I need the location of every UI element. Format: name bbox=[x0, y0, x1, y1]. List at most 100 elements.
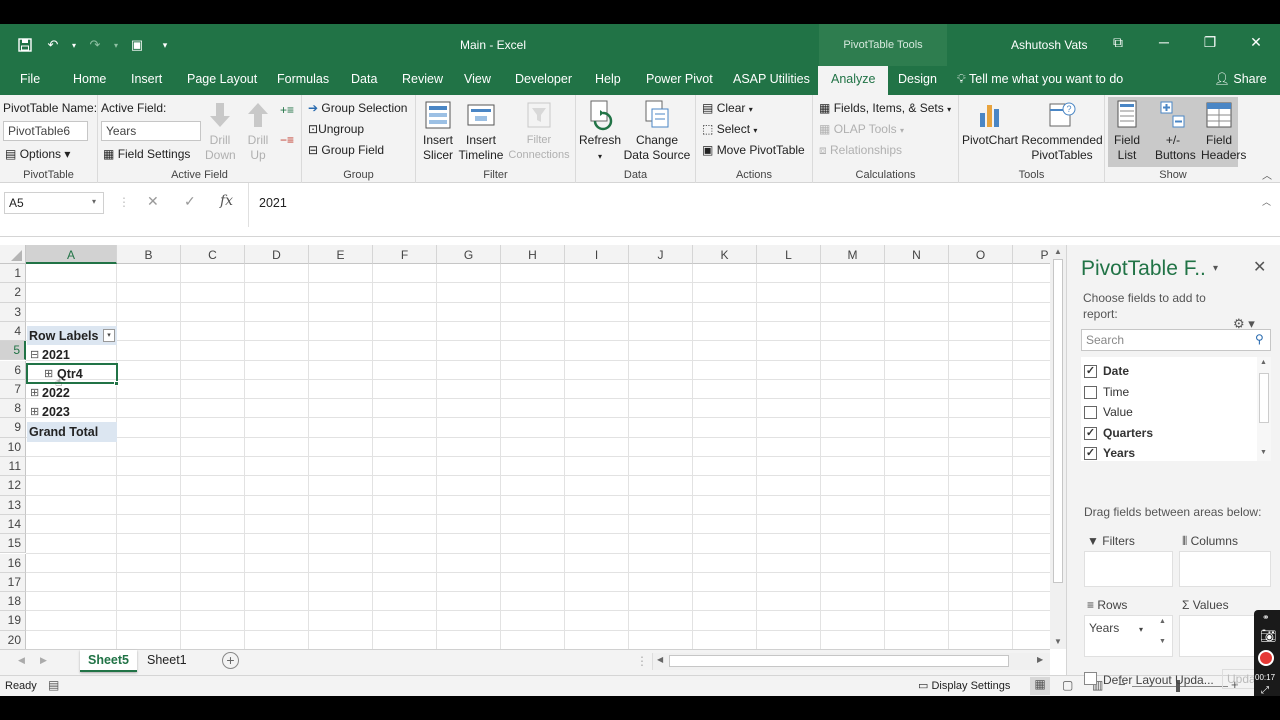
row-header-12[interactable]: 12 bbox=[0, 476, 26, 496]
rows-field-years[interactable]: Years ▾ bbox=[1087, 619, 1155, 639]
undo-icon[interactable]: ↶ bbox=[42, 35, 64, 55]
group-field-button[interactable]: ⊟ Group Field bbox=[308, 143, 384, 157]
column-header-i[interactable]: I bbox=[565, 245, 629, 264]
column-header-e[interactable]: E bbox=[309, 245, 373, 264]
tab-power-pivot[interactable]: Power Pivot bbox=[646, 72, 713, 86]
sheet-tab-sheet5[interactable]: Sheet5 bbox=[80, 650, 137, 672]
new-sheet-icon[interactable]: + bbox=[222, 652, 239, 669]
select-button[interactable]: ⬚ Select ▾ bbox=[702, 122, 757, 136]
field-item-value[interactable]: Value bbox=[1084, 403, 1133, 421]
rows-scroll-up-icon[interactable]: ▲ bbox=[1159, 618, 1166, 625]
row-header-19[interactable]: 19 bbox=[0, 611, 26, 631]
refresh-dropdown-icon[interactable]: ▾ bbox=[598, 152, 602, 161]
collapse-field-icon[interactable]: −≡ bbox=[280, 133, 294, 147]
olap-tools-button[interactable]: ▦ OLAP Tools ▾ bbox=[819, 122, 904, 136]
formula-input-area[interactable] bbox=[248, 183, 1268, 227]
plus-minus-buttons-button[interactable]: +/- Buttons bbox=[1149, 99, 1197, 163]
tab-page-layout[interactable]: Page Layout bbox=[187, 72, 257, 86]
change-data-source-button[interactable]: Change Data Source bbox=[622, 99, 692, 163]
field-list-scrollbar[interactable]: ▲ ▼ bbox=[1257, 357, 1271, 461]
prev-sheet-icon[interactable]: ◀ bbox=[18, 655, 25, 666]
column-header-a[interactable]: A bbox=[26, 245, 117, 264]
scroll-down-icon[interactable]: ▼ bbox=[1054, 637, 1062, 646]
horizontal-scroll-thumb[interactable] bbox=[669, 655, 1009, 667]
share-button[interactable]: 👤︎ Share bbox=[1214, 72, 1267, 87]
vertical-scroll-thumb[interactable] bbox=[1053, 259, 1063, 583]
restore-icon[interactable]: ❐ bbox=[1198, 34, 1222, 54]
row-header-14[interactable]: 14 bbox=[0, 514, 26, 535]
scroll-right-icon[interactable]: ▶ bbox=[1037, 655, 1043, 664]
minimize-icon[interactable]: ─ bbox=[1152, 34, 1176, 54]
recorder-stop-icon[interactable] bbox=[1258, 650, 1274, 666]
row-labels-header[interactable]: Row Labels bbox=[29, 329, 98, 343]
row-header-13[interactable]: 13 bbox=[0, 495, 26, 515]
checkbox-time[interactable] bbox=[1084, 385, 1097, 399]
column-header-m[interactable]: M bbox=[821, 245, 885, 264]
rows-field-dropdown-icon[interactable]: ▾ bbox=[1139, 625, 1143, 634]
row-header-2[interactable]: 2 bbox=[0, 283, 26, 303]
row-header-10[interactable]: 10 bbox=[0, 437, 26, 457]
row-header-15[interactable]: 15 bbox=[0, 534, 26, 554]
recorder-camera-icon[interactable]: 📷︎ bbox=[1260, 628, 1277, 644]
collapse-ribbon-icon[interactable]: ︿ bbox=[1262, 167, 1272, 182]
column-header-h[interactable]: H bbox=[501, 245, 565, 264]
pivotchart-button[interactable]: PivotChart bbox=[961, 99, 1019, 148]
sheet-tab-sheet1[interactable]: Sheet1 bbox=[139, 650, 195, 672]
column-header-l[interactable]: L bbox=[757, 245, 821, 264]
tab-design[interactable]: Design bbox=[898, 72, 937, 86]
page-layout-view-icon[interactable]: ▢ bbox=[1062, 678, 1073, 692]
selected-cell-a5[interactable] bbox=[26, 363, 118, 384]
column-header-c[interactable]: C bbox=[181, 245, 245, 264]
undo-dropdown-icon[interactable]: ▾ bbox=[70, 35, 78, 55]
name-box[interactable]: A5 bbox=[4, 192, 104, 214]
field-list-scroll-thumb[interactable] bbox=[1259, 373, 1269, 423]
row-header-20[interactable]: 20 bbox=[0, 630, 26, 650]
field-list-button[interactable]: Field List bbox=[1109, 99, 1145, 163]
customize-qat-icon[interactable]: ▾ bbox=[154, 35, 176, 55]
confirm-entry-icon[interactable]: ✓ bbox=[184, 193, 196, 210]
filter-connections-button[interactable]: Filter Connections bbox=[506, 99, 572, 163]
tab-help[interactable]: Help bbox=[595, 72, 621, 86]
tab-split-grip-icon[interactable]: ⋮ bbox=[636, 654, 648, 668]
recorder-expand-icon[interactable]: ⤢ bbox=[1261, 685, 1269, 696]
ungroup-button[interactable]: ⊡Ungroup bbox=[308, 122, 364, 136]
fill-handle[interactable] bbox=[114, 381, 119, 386]
pivot-item-2021[interactable]: 2021 bbox=[42, 348, 70, 362]
redo-dropdown-icon[interactable]: ▾ bbox=[112, 35, 120, 55]
pane-close-icon[interactable]: ✕ bbox=[1253, 257, 1266, 277]
group-selection-button[interactable]: ➔ Group Selection bbox=[308, 101, 407, 115]
expand-2022-icon[interactable]: ⊞ bbox=[30, 386, 39, 399]
row-header-3[interactable]: 3 bbox=[0, 302, 26, 322]
row-header-6[interactable]: 6 bbox=[0, 360, 26, 380]
checkbox-years[interactable]: ✓ bbox=[1084, 446, 1097, 460]
expand-formula-bar-icon[interactable]: ︿ bbox=[1262, 195, 1271, 208]
active-field-input[interactable]: Years bbox=[101, 121, 201, 141]
field-item-date[interactable]: ✓ Date bbox=[1084, 362, 1129, 380]
horizontal-scrollbar[interactable]: ◀ ▶ bbox=[652, 653, 1050, 670]
macro-record-icon[interactable]: ▤ bbox=[48, 678, 59, 692]
refresh-button[interactable]: Refresh ▾ bbox=[578, 99, 622, 164]
column-header-d[interactable]: D bbox=[245, 245, 309, 264]
tab-formulas[interactable]: Formulas bbox=[277, 72, 329, 86]
scroll-left-icon[interactable]: ◀ bbox=[657, 655, 663, 664]
filters-drop-area[interactable] bbox=[1084, 551, 1173, 587]
row-header-8[interactable]: 8 bbox=[0, 399, 26, 419]
field-settings-button[interactable]: ▦ Field Settings bbox=[103, 147, 190, 161]
row-labels-filter-dropdown-icon[interactable]: ▾ bbox=[103, 329, 115, 342]
recommended-pivottables-button[interactable]: ? Recommended PivotTables bbox=[1021, 99, 1103, 163]
formula-input[interactable]: 2021 bbox=[259, 196, 287, 210]
cancel-entry-icon[interactable]: ✕ bbox=[147, 193, 159, 210]
column-header-g[interactable]: G bbox=[437, 245, 501, 264]
checkbox-value[interactable] bbox=[1084, 405, 1097, 419]
field-item-years[interactable]: ✓ Years bbox=[1084, 444, 1135, 462]
display-settings-button[interactable]: ▭ Display Settings bbox=[918, 679, 1010, 692]
scroll-up-icon[interactable]: ▲ bbox=[1054, 247, 1062, 256]
pane-options-dropdown-icon[interactable]: ▾ bbox=[1213, 263, 1218, 274]
clear-button[interactable]: ▤ Clear ▾ bbox=[702, 101, 753, 115]
user-name[interactable]: Ashutosh Vats bbox=[1011, 38, 1088, 52]
tab-review[interactable]: Review bbox=[402, 72, 443, 86]
row-header-18[interactable]: 18 bbox=[0, 592, 26, 612]
select-all-corner[interactable] bbox=[0, 245, 26, 264]
row-header-1[interactable]: 1 bbox=[0, 264, 26, 284]
rows-scroll-down-icon[interactable]: ▼ bbox=[1159, 638, 1166, 645]
